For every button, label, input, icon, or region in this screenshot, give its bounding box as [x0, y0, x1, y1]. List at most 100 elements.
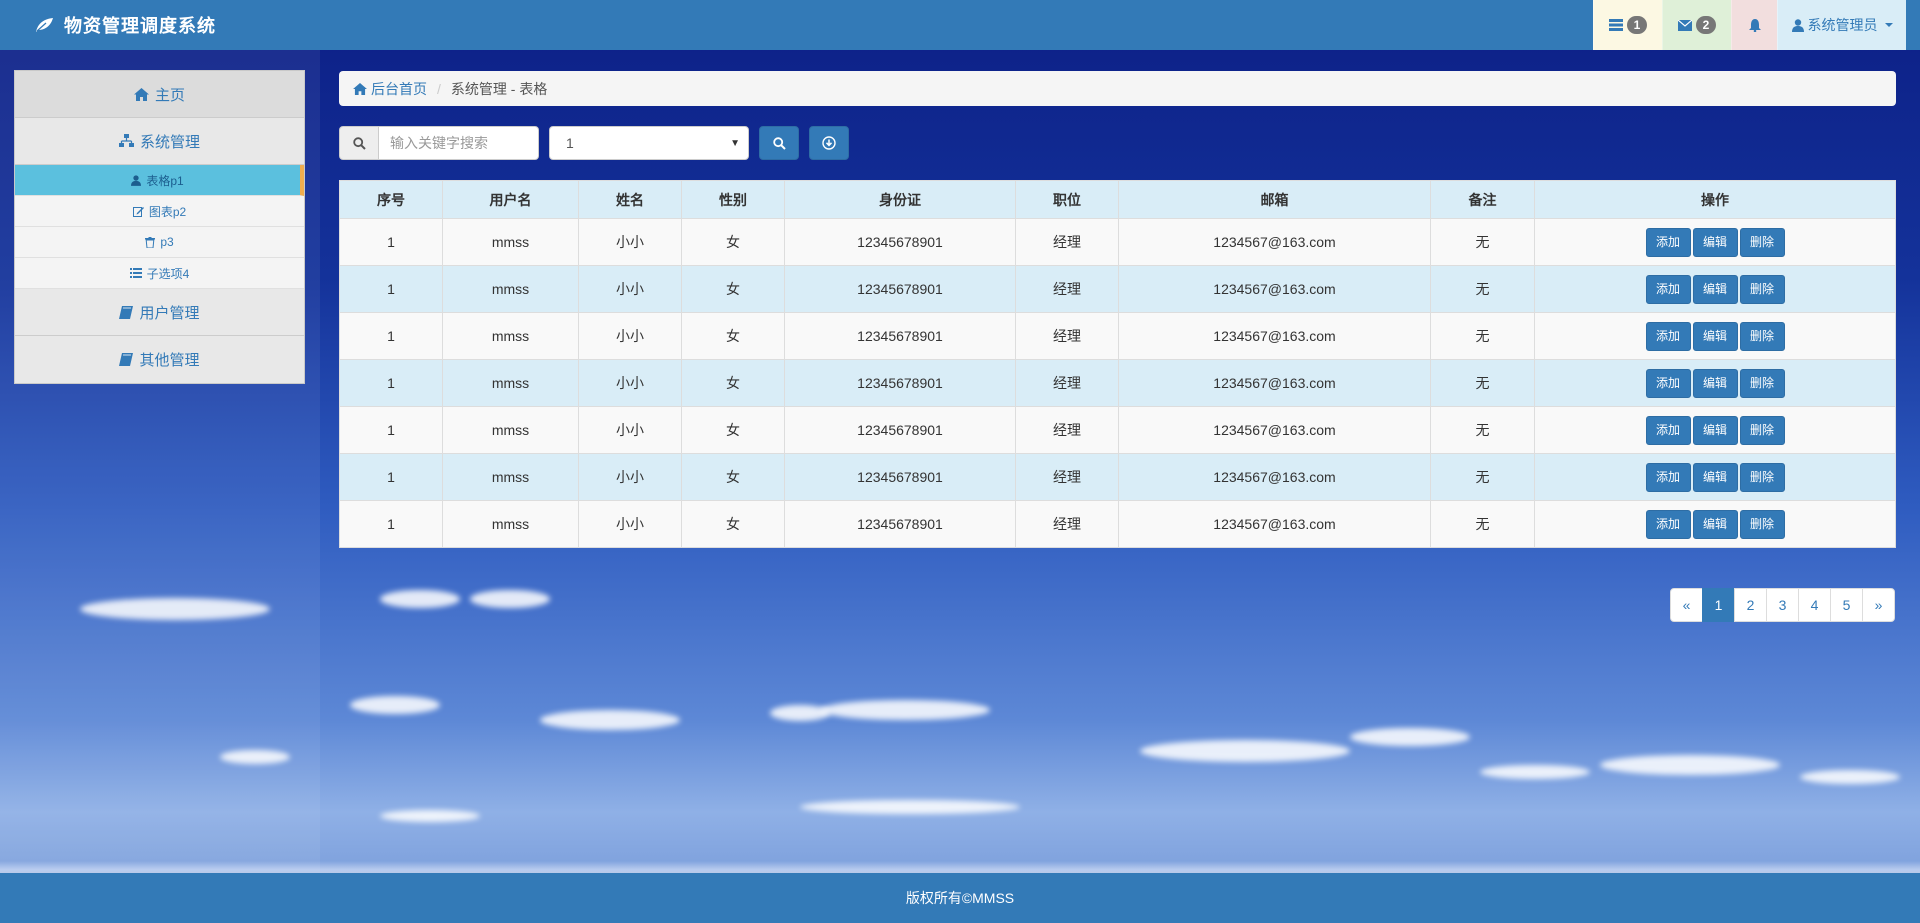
user-menu[interactable]: 系统管理员 [1777, 0, 1906, 50]
tasks-dropdown[interactable]: 1 [1593, 0, 1662, 50]
edit-button[interactable]: 编辑 [1692, 321, 1738, 351]
edit-button[interactable]: 编辑 [1692, 509, 1738, 539]
table-row: 1 mmss 小小女 12345678901 经理 1234567@163.com 无添加编… [339, 312, 1896, 360]
table-cell: 无 [1430, 453, 1535, 501]
search-icon [339, 126, 379, 160]
table-cell: 女 [681, 453, 785, 501]
table-cell: 小小 [578, 359, 682, 407]
sidebar-subitem-p3[interactable]: p3 [15, 227, 304, 258]
sidebar-subitem-label: p3 [160, 235, 174, 249]
sidebar-subitem-option4[interactable]: 子选项4 [15, 258, 304, 289]
table-cell: 经理 [1015, 265, 1119, 313]
delete-button[interactable]: 删除 [1739, 368, 1785, 398]
breadcrumb-home-link[interactable]: 后台首页 [353, 79, 427, 99]
table-cell: 1234567@163.com [1118, 406, 1431, 454]
pagination-page-5[interactable]: 5 [1830, 588, 1863, 622]
table-cell: 1234567@163.com [1118, 312, 1431, 360]
filter-select-value: 1 [566, 135, 574, 151]
filter-select[interactable]: 1 ▼ [549, 126, 749, 160]
chevron-down-icon [1884, 23, 1893, 27]
sidebar-item-label: 用户管理 [139, 304, 200, 322]
add-button[interactable]: 添加 [1645, 462, 1691, 492]
table-cell: 12345678901 [784, 218, 1016, 266]
envelope-icon [1678, 19, 1692, 31]
table-cell: 小小 [578, 265, 682, 313]
table-cell: 1 [339, 265, 443, 313]
delete-button[interactable]: 删除 [1739, 462, 1785, 492]
sidebar-item-home[interactable]: 主页 [15, 71, 304, 118]
add-button[interactable]: 添加 [1645, 227, 1691, 257]
pagination-page-4[interactable]: 4 [1798, 588, 1831, 622]
edit-icon [132, 206, 144, 217]
edit-button[interactable]: 编辑 [1692, 462, 1738, 492]
table-cell: 无 [1430, 218, 1535, 266]
table-cell: 1 [339, 218, 443, 266]
edit-button[interactable]: 编辑 [1692, 227, 1738, 257]
search-icon [772, 136, 786, 150]
sidebar-subitem-label: 子选项4 [146, 266, 190, 281]
table-cell: mmss [442, 359, 579, 407]
add-button[interactable]: 添加 [1645, 321, 1691, 351]
add-button[interactable]: 添加 [1645, 368, 1691, 398]
pagination-page-1[interactable]: 1 [1702, 588, 1735, 622]
user-icon [131, 174, 142, 186]
table-cell: 小小 [578, 218, 682, 266]
list-icon [129, 268, 142, 278]
delete-button[interactable]: 删除 [1739, 321, 1785, 351]
sidebar-item-system[interactable]: 系统管理 [15, 118, 304, 165]
alerts-dropdown[interactable] [1731, 0, 1777, 50]
home-icon [353, 82, 367, 95]
brand[interactable]: 物资管理调度系统 [34, 0, 216, 50]
table-cell: 女 [681, 218, 785, 266]
edit-button[interactable]: 编辑 [1692, 415, 1738, 445]
sidebar-subitem-table-p1[interactable]: 表格p1 [15, 165, 304, 196]
table-cell: 女 [681, 359, 785, 407]
table-toolbar: 1 ▼ [339, 126, 849, 160]
book-icon [119, 305, 134, 319]
search-button[interactable] [759, 126, 799, 160]
edit-button[interactable]: 编辑 [1692, 368, 1738, 398]
trash-icon [145, 236, 156, 248]
table-cell: 经理 [1015, 312, 1119, 360]
sidebar-item-users[interactable]: 用户管理 [15, 289, 304, 336]
table-cell: 小小 [578, 406, 682, 454]
sidebar-item-label: 其他管理 [139, 352, 200, 369]
delete-button[interactable]: 删除 [1739, 509, 1785, 539]
data-table-container: 序号 用户名 姓名 性别 身份证 职位 邮箱 备注 操作 1 mmss 小小女 123… [339, 180, 1896, 548]
table-cell: 12345678901 [784, 312, 1016, 360]
download-button[interactable] [809, 126, 849, 160]
table-cell: mmss [442, 406, 579, 454]
table-cell: 无 [1430, 500, 1535, 548]
add-button[interactable]: 添加 [1645, 415, 1691, 445]
table-actions-cell: 添加 编辑 删除 [1534, 265, 1896, 313]
top-navbar: 物资管理调度系统 1 2 系统管理员 [0, 0, 1920, 50]
messages-badge: 2 [1696, 16, 1716, 34]
messages-dropdown[interactable]: 2 [1662, 0, 1731, 50]
table-cell: 小小 [578, 500, 682, 548]
table-actions-cell: 添加 编辑 删除 [1534, 406, 1896, 454]
table-cell: 小小 [578, 453, 682, 501]
add-button[interactable]: 添加 [1645, 274, 1691, 304]
table-cell: 1 [339, 500, 443, 548]
delete-button[interactable]: 删除 [1739, 227, 1785, 257]
column-header: 姓名 [578, 180, 682, 219]
table-cell: mmss [442, 265, 579, 313]
add-button[interactable]: 添加 [1645, 509, 1691, 539]
table-cell: 无 [1430, 406, 1535, 454]
pagination-page-2[interactable]: 2 [1734, 588, 1767, 622]
table-cell: 女 [681, 265, 785, 313]
sidebar-item-other[interactable]: 其他管理 [15, 336, 304, 383]
delete-button[interactable]: 删除 [1739, 415, 1785, 445]
sitemap-icon [118, 134, 134, 148]
delete-button[interactable]: 删除 [1739, 274, 1785, 304]
table-cell: mmss [442, 218, 579, 266]
table-cell: 女 [681, 406, 785, 454]
pagination-page-3[interactable]: 3 [1766, 588, 1799, 622]
table-cell: 无 [1430, 359, 1535, 407]
pagination-prev[interactable]: « [1670, 588, 1703, 622]
pagination-next[interactable]: » [1862, 588, 1895, 622]
sidebar-subitem-chart-p2[interactable]: 图表p2 [15, 196, 304, 227]
edit-button[interactable]: 编辑 [1692, 274, 1738, 304]
search-input[interactable] [379, 126, 539, 160]
search-group [339, 126, 539, 160]
